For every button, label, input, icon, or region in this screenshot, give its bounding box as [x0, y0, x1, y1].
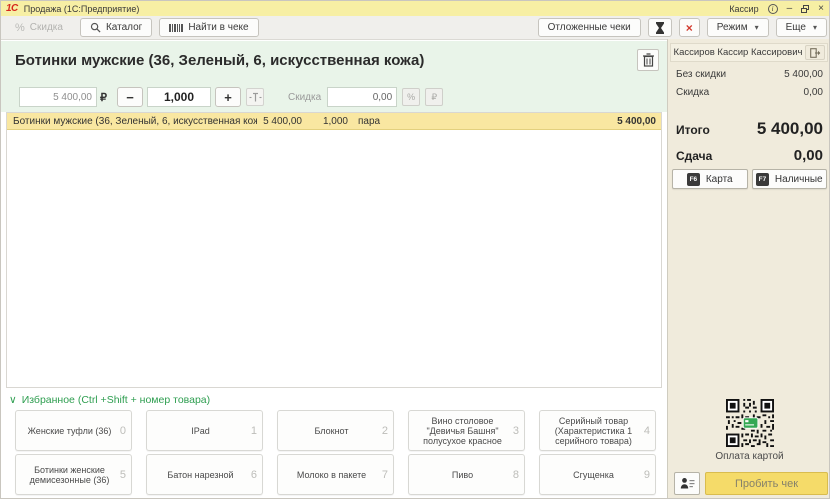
- row-sum: 5 400,00: [408, 116, 661, 127]
- tile-hotkey: 4: [644, 425, 650, 437]
- catalog-button[interactable]: Каталог: [80, 18, 152, 37]
- restore-button[interactable]: [801, 5, 809, 13]
- no-discount-label: Без скидки: [676, 69, 726, 80]
- favorite-tile[interactable]: IPad1: [146, 410, 263, 451]
- favorite-tile[interactable]: Батон нарезной6: [146, 454, 263, 495]
- defer-receipt-button[interactable]: [648, 18, 672, 37]
- favorite-tile[interactable]: Пиво8: [408, 454, 525, 495]
- tile-hotkey: 3: [513, 425, 519, 437]
- select-customer-button[interactable]: [674, 472, 700, 495]
- price-field[interactable]: 5 400,00: [19, 87, 97, 107]
- delete-row-button[interactable]: [637, 49, 659, 71]
- deferred-receipts-button[interactable]: Отложенные чеки: [538, 18, 641, 37]
- enter-quantity-icon[interactable]: [246, 88, 264, 106]
- cashier-bar[interactable]: Кассиров Кассир Кассирович: [670, 43, 828, 62]
- red-cross-icon: ×: [686, 22, 693, 34]
- barcode-icon: [169, 23, 183, 33]
- favorites-header[interactable]: ∨ Избранное (Ctrl +Shift + номер товара): [9, 394, 210, 406]
- card-icon: [743, 418, 758, 428]
- f7-key-badge: F7: [756, 173, 769, 186]
- quantity-field[interactable]: 1,000: [147, 87, 211, 107]
- pay-cash-button[interactable]: F7 Наличные: [752, 169, 828, 189]
- minimize-button[interactable]: –: [787, 4, 793, 14]
- tile-hotkey: 8: [513, 469, 519, 481]
- tile-hotkey: 7: [382, 469, 388, 481]
- 1c-logo-icon: 1С: [6, 3, 18, 14]
- mode-menu-button[interactable]: Режим▾: [707, 18, 769, 37]
- total-value: 5 400,00: [757, 119, 823, 139]
- toolbar: % Скидка Каталог Найти в чеке Отложенные…: [1, 16, 830, 40]
- window-title: Продажа (1С:Предприятие): [24, 4, 140, 14]
- discount-value: 0,00: [804, 87, 823, 98]
- price-currency-label: ₽: [100, 91, 107, 104]
- tile-hotkey: 0: [120, 425, 126, 437]
- collapse-chevron-icon[interactable]: ∨: [9, 394, 17, 406]
- customer-icon: [680, 477, 695, 490]
- row-unit: пара: [348, 116, 408, 127]
- favorite-tile[interactable]: Молоко в пакете7: [277, 454, 394, 495]
- favorite-tile[interactable]: Блокнот2: [277, 410, 394, 451]
- chevron-down-icon: ▾: [813, 23, 817, 32]
- discount-label: Скидка: [676, 87, 709, 98]
- no-discount-value: 5 400,00: [784, 69, 823, 80]
- quantity-plus-button[interactable]: +: [215, 87, 241, 107]
- favorite-tile[interactable]: Сгущенка9: [539, 454, 656, 495]
- find-in-receipt-button[interactable]: Найти в чеке: [159, 18, 258, 37]
- row-price: 5 400,00: [257, 116, 302, 127]
- receipt-row[interactable]: Ботинки мужские (36, Зеленый, 6, искусст…: [7, 113, 661, 130]
- favorite-tile[interactable]: Серийный товар (Характеристика 1 серийно…: [539, 410, 656, 451]
- favorite-tile[interactable]: Вино столовое "Девичья Башня" полусухое …: [408, 410, 525, 451]
- titlebar-user-label: Кассир: [729, 4, 758, 14]
- tile-hotkey: 5: [120, 469, 126, 481]
- tile-hotkey: 1: [251, 425, 257, 437]
- discount-toolbar-button: % Скидка: [5, 18, 73, 37]
- tile-hotkey: 6: [251, 469, 257, 481]
- change-label: Сдача: [676, 149, 712, 163]
- change-value: 0,00: [794, 147, 823, 164]
- tile-hotkey: 9: [644, 469, 650, 481]
- close-button[interactable]: ×: [818, 4, 824, 14]
- logout-button[interactable]: [805, 45, 825, 60]
- favorites-grid: Женские туфли (36)0 IPad1 Блокнот2 Вино …: [15, 410, 659, 495]
- row-quantity: 1,000: [302, 116, 348, 127]
- discount-ruble-button[interactable]: ₽: [425, 88, 443, 106]
- checkout-button[interactable]: Пробить чек: [705, 472, 828, 495]
- info-icon[interactable]: i: [768, 4, 778, 14]
- discount-percent-button[interactable]: %: [402, 88, 420, 106]
- more-menu-button[interactable]: Еще▾: [776, 18, 827, 37]
- chevron-down-icon: ▾: [755, 23, 759, 32]
- hourglass-icon: [655, 22, 665, 34]
- row-discount-field[interactable]: 0,00: [327, 87, 397, 107]
- search-icon: [90, 22, 101, 33]
- current-item-panel: Ботинки мужские (36, Зеленый, 6, искусст…: [1, 41, 667, 112]
- cashier-name: Кассиров Кассир Кассирович: [671, 47, 805, 58]
- pos-window: 1С Продажа (1С:Предприятие) Кассир i – ×…: [0, 0, 830, 499]
- titlebar: 1С Продажа (1С:Предприятие) Кассир i – ×: [1, 1, 830, 16]
- trash-icon: [642, 53, 655, 67]
- cancel-receipt-button[interactable]: ×: [679, 18, 700, 37]
- tile-hotkey: 2: [382, 425, 388, 437]
- qr-caption: Оплата картой: [668, 451, 830, 462]
- receipt-list: Ботинки мужские (36, Зеленый, 6, искусст…: [6, 112, 662, 388]
- payment-qr-code: [668, 399, 830, 447]
- pay-card-button[interactable]: F6 Карта: [672, 169, 748, 189]
- logout-icon: [810, 48, 821, 58]
- percent-icon: %: [15, 22, 25, 34]
- row-discount-label: Скидка: [288, 92, 321, 103]
- current-item-title: Ботинки мужские (36, Зеленый, 6, искусст…: [15, 52, 625, 69]
- row-item-name: Ботинки мужские (36, Зеленый, 6, искусст…: [7, 116, 257, 127]
- quantity-minus-button[interactable]: −: [117, 87, 143, 107]
- total-label: Итого: [676, 123, 710, 137]
- f6-key-badge: F6: [687, 173, 700, 186]
- favorite-tile[interactable]: Ботинки женские демисезонные (36)5: [15, 454, 132, 495]
- payment-sidebar: Кассиров Кассир Кассирович Без скидки 5 …: [667, 39, 830, 499]
- favorite-tile[interactable]: Женские туфли (36)0: [15, 410, 132, 451]
